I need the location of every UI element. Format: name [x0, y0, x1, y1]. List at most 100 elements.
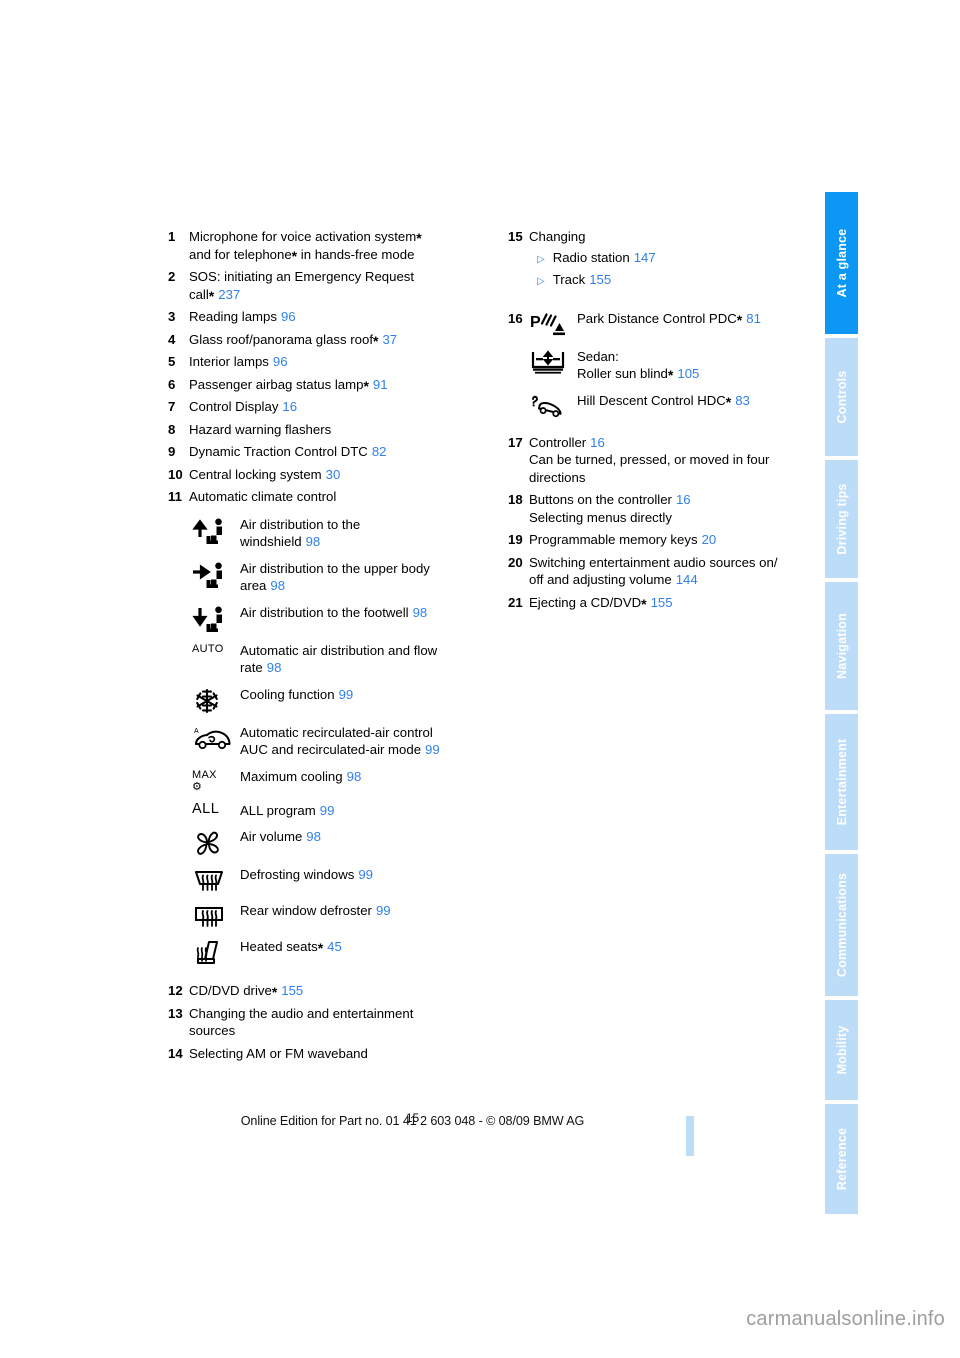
page-reference[interactable]: 96 [273, 354, 288, 369]
entry-number: 15 [508, 229, 523, 244]
optional-equipment-asterisk: * [667, 367, 674, 383]
page-reference[interactable]: 20 [702, 532, 717, 547]
icon-entry-text: Rear window defroster [240, 903, 372, 918]
entry-text: Hazard warning flashers [189, 421, 332, 437]
icon-entry-line: Hill Descent Control HDC* 83 [577, 392, 813, 410]
entry-number: 1 [168, 229, 176, 244]
section-tab-mobility[interactable]: Mobility [825, 1000, 858, 1100]
icon-entry-line: AUC and recirculated-air mode 99 [240, 741, 473, 759]
icon-entry-body: Air distribution to the footwell 98 [240, 604, 473, 622]
page-reference[interactable]: 16 [590, 435, 605, 450]
page-reference[interactable]: 98 [270, 578, 285, 593]
all-program-icon: ALL [192, 800, 220, 817]
icon-entry: Air distribution to the upper body area 98 [192, 560, 473, 595]
entry-line: Buttons on the controller 16 [529, 491, 813, 509]
entry-number: 17 [508, 434, 523, 450]
entry-text: sources [189, 1023, 236, 1038]
page-reference[interactable]: 16 [676, 492, 691, 507]
section-tab-entertainment[interactable]: Entertainment [825, 714, 858, 850]
entry-line: Control Display 16 [189, 398, 473, 416]
icon-entry-line: area 98 [240, 577, 473, 595]
icon-entry-line: Maximum cooling 98 [240, 768, 473, 786]
optional-equipment-asterisk: * [208, 287, 215, 304]
optional-equipment-asterisk: * [271, 984, 278, 1000]
icon-entry: P Park Distance Control PDC* 81 [529, 310, 813, 339]
page-reference[interactable]: 45 [327, 939, 342, 954]
icon-entry-body: Maximum cooling 98 [240, 768, 473, 786]
page-reference[interactable]: 155 [651, 595, 673, 610]
entry-body: Central locking system 30 [189, 466, 473, 484]
page-reference[interactable]: 99 [425, 742, 440, 757]
entry-line: Automatic climate control [189, 488, 473, 506]
page-reference[interactable]: 144 [676, 572, 698, 587]
page-reference[interactable]: 155 [589, 271, 611, 289]
page-reference[interactable]: 81 [746, 311, 761, 326]
entry-line: call* 237 [189, 286, 473, 304]
section-tab-controls[interactable]: Controls [825, 338, 858, 456]
entry-text-cont: in hands-free mode [297, 246, 415, 262]
icon-entry: Air distribution to the footwell 98 [192, 604, 473, 633]
icon-entry-text: Air distribution to the [240, 516, 361, 532]
entry-number: 10 [168, 466, 183, 482]
icon-entry-text: Automatic recirculated-air control [240, 724, 433, 740]
rear-window-defroster-icon [192, 903, 226, 929]
icon-entry-text: Air volume [240, 829, 303, 844]
entry-line: Selecting menus directly [529, 509, 813, 527]
page-reference[interactable]: 147 [634, 249, 656, 267]
page-reference[interactable]: 98 [306, 829, 321, 844]
section-tab-navigation[interactable]: Navigation [825, 582, 858, 710]
entry-body: Interior lamps 96 [189, 353, 473, 371]
section-tab-at-a-glance[interactable]: At a glance [825, 192, 858, 334]
page-reference[interactable]: 83 [735, 393, 750, 408]
icon-entry-text: area [240, 578, 267, 593]
icon-entry: ALL ALL program 99 [192, 800, 473, 820]
defrosting-windows-icon [192, 867, 226, 893]
page-reference[interactable]: 98 [267, 660, 282, 675]
icon-entry-text: Automatic air distribution and flow [240, 642, 438, 658]
section-tab-communications[interactable]: Communications [825, 854, 858, 996]
page-reference[interactable]: 105 [677, 366, 699, 381]
icon-entry: Air distribution to the windshield 98 [192, 516, 473, 551]
page-reference[interactable]: 16 [282, 399, 297, 414]
page-reference[interactable]: 155 [281, 983, 303, 998]
page-reference[interactable]: 82 [372, 444, 387, 459]
icon-entry-line: Rear window defroster 99 [240, 902, 473, 920]
icon-entry-line: Park Distance Control PDC* 81 [577, 310, 813, 328]
entry-body: Switching entertainment audio sources on… [529, 554, 813, 589]
numbered-entry: 13 Changing the audio and entertainment so… [168, 1005, 473, 1040]
icon-entry-line: Heated seats* 45 [240, 938, 473, 956]
entry-body: Controller 16 Can be turned, pressed, or m… [529, 434, 813, 487]
numbered-entry: 4 Glass roof/panorama glass roof* 37 [168, 331, 473, 349]
page-reference[interactable]: 98 [306, 534, 321, 549]
section-tab-driving-tips[interactable]: Driving tips [825, 460, 858, 578]
entry-text: Glass roof/panorama glass roof [189, 331, 373, 347]
icon-entry: Air volume 98 [192, 828, 473, 857]
page-reference[interactable]: 96 [281, 309, 296, 324]
numbered-entry: 5 Interior lamps 96 [168, 353, 473, 371]
page-reference[interactable]: 237 [218, 287, 240, 302]
icon-entry-body: Heated seats* 45 [240, 938, 473, 956]
entry-line: SOS: initiating an Emergency Request [189, 268, 473, 286]
section-tab-rail: At a glance Controls Driving tips Navigatio… [825, 192, 858, 1214]
section-tab-label: Communications [834, 872, 849, 978]
page-reference[interactable]: 99 [358, 867, 373, 882]
icon-entry-line: Cooling function 99 [240, 686, 473, 704]
entry-line: Changing the audio and entertainment [189, 1005, 473, 1023]
section-tab-reference[interactable]: Reference [825, 1104, 858, 1214]
page-reference[interactable]: 98 [413, 605, 428, 620]
entry-body: Automatic climate control [189, 488, 473, 506]
entry-body: Passenger airbag status lamp* 91 [189, 376, 473, 394]
entry-number: 2 [168, 269, 176, 284]
numbered-entry: 6 Passenger airbag status lamp* 91 [168, 376, 473, 394]
page-reference[interactable]: 30 [326, 467, 341, 482]
footer-copyright: Online Edition for Part no. 01 41 2 603 … [240, 1114, 585, 1128]
icon-cell: A [192, 724, 240, 751]
page-reference[interactable]: 98 [347, 769, 362, 784]
page-reference[interactable]: 99 [320, 803, 335, 818]
page-reference[interactable]: 37 [382, 332, 397, 347]
page-reference[interactable]: 99 [376, 903, 391, 918]
climate-control-icon-list: Air distribution to the windshield 98 Air d… [192, 516, 473, 968]
page-reference[interactable]: 99 [339, 687, 354, 702]
page-reference[interactable]: 91 [373, 377, 388, 392]
icon-entry-line: Air distribution to the upper body [240, 560, 473, 578]
